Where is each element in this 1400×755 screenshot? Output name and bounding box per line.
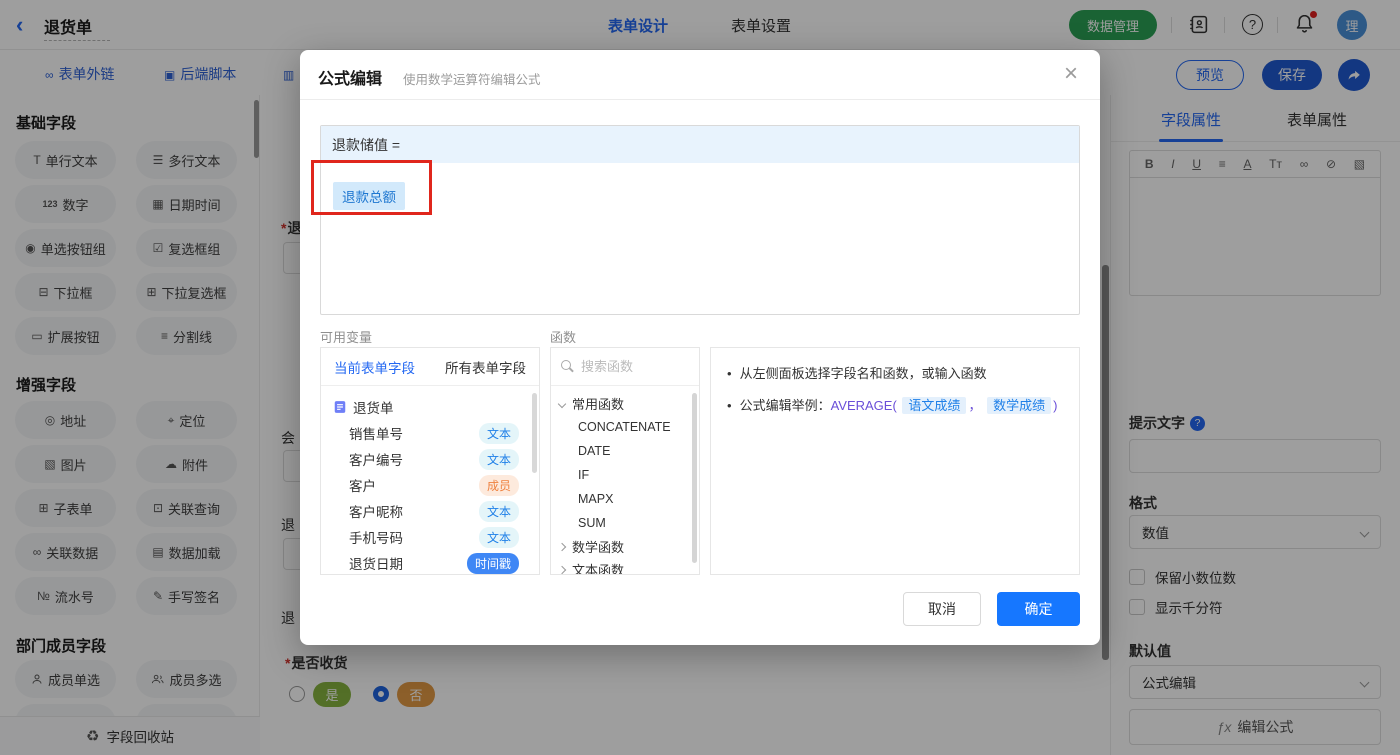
formula-editor: 退款储值 = [320, 125, 1080, 315]
functions-label: 函数 [550, 330, 577, 345]
modal-header: 公式编辑 使用数学运算符编辑公式 × [300, 50, 1100, 100]
example-chip: 语文成绩 [902, 397, 967, 414]
help-tip-2: • 公式编辑举例：AVERAGE( 语文成绩， 数学成绩) [727, 397, 1058, 414]
modal-title: 公式编辑 [318, 71, 383, 88]
tab-current-form-fields[interactable]: 当前表单字段 [334, 357, 415, 377]
function-search [551, 348, 699, 386]
variables-label: 可用变量 [320, 330, 373, 345]
variable-row[interactable]: 客户昵称 文本 [333, 498, 529, 524]
tab-all-form-fields[interactable]: 所有表单字段 [445, 357, 526, 377]
chevron-down-icon [557, 399, 567, 408]
function-item[interactable]: SUM [551, 511, 699, 535]
type-badge: 文本 [478, 448, 519, 470]
type-badge: 时间戳 [466, 552, 519, 574]
variable-row[interactable]: 手机号码 文本 [333, 524, 529, 550]
search-icon [561, 360, 574, 373]
formula-target: 退款储值 = [321, 126, 1079, 163]
app-root: ‹ 退货单 表单设计 表单设置 数据管理 ? 理 ∞表单外链 ▣后端脚本 ▥数据… [0, 0, 1400, 755]
formula-field-chip[interactable]: 退款总额 [333, 182, 405, 210]
chevron-right-icon [557, 542, 567, 551]
function-item[interactable]: MAPX [551, 487, 699, 511]
variables-scrollbar[interactable] [532, 393, 537, 473]
type-badge: 文本 [478, 422, 519, 444]
form-doc-icon [334, 401, 346, 413]
modal-subtitle: 使用数学运算符编辑公式 [403, 73, 541, 87]
functions-scrollbar[interactable] [692, 393, 697, 563]
example-chip: 数学成绩 [987, 397, 1052, 414]
function-group-common[interactable]: 常用函数 [551, 392, 699, 415]
chevron-right-icon [557, 565, 567, 574]
variable-row[interactable]: 退货日期 时间戳 [333, 550, 529, 574]
variables-panel: 当前表单字段 所有表单字段 退货单 销售单号 文本 客户编号 文本 客户 成员 客户昵… [320, 347, 540, 575]
function-group-text[interactable]: 文本函数 [551, 558, 699, 574]
function-item[interactable]: DATE [551, 439, 699, 463]
formula-edit-modal: 公式编辑 使用数学运算符编辑公式 × 退款储值 = 退款总额 可用变量 当前表单… [300, 50, 1100, 645]
variable-row[interactable]: 客户编号 文本 [333, 446, 529, 472]
type-badge: 文本 [478, 500, 519, 522]
cancel-button[interactable]: 取消 [903, 592, 981, 626]
variables-tabs: 当前表单字段 所有表单字段 [321, 348, 539, 386]
help-tip-1: • 从左侧面板选择字段名和函数，或输入函数 [727, 366, 987, 381]
tree-root-form[interactable]: 退货单 [333, 394, 529, 420]
function-item[interactable]: IF [551, 463, 699, 487]
functions-panel: 常用函数 CONCATENATE DATE IF MAPX SUM 数学函数 文… [550, 347, 700, 575]
example-function-name: AVERAGE( [830, 398, 897, 413]
variables-tree: 退货单 销售单号 文本 客户编号 文本 客户 成员 客户昵称 文本 手机号码 文本 退货日… [321, 386, 539, 574]
close-icon[interactable]: × [1064, 60, 1078, 89]
function-search-input[interactable] [581, 359, 681, 374]
formula-help-panel: • 从左侧面板选择字段名和函数，或输入函数 • 公式编辑举例：AVERAGE( 语… [710, 347, 1080, 575]
variable-row[interactable]: 客户 成员 [333, 472, 529, 498]
type-badge: 文本 [478, 526, 519, 548]
function-group-math[interactable]: 数学函数 [551, 535, 699, 558]
variable-row[interactable]: 销售单号 文本 [333, 420, 529, 446]
function-item[interactable]: CONCATENATE [551, 415, 699, 439]
confirm-button[interactable]: 确定 [997, 592, 1080, 626]
type-badge: 成员 [478, 474, 519, 496]
